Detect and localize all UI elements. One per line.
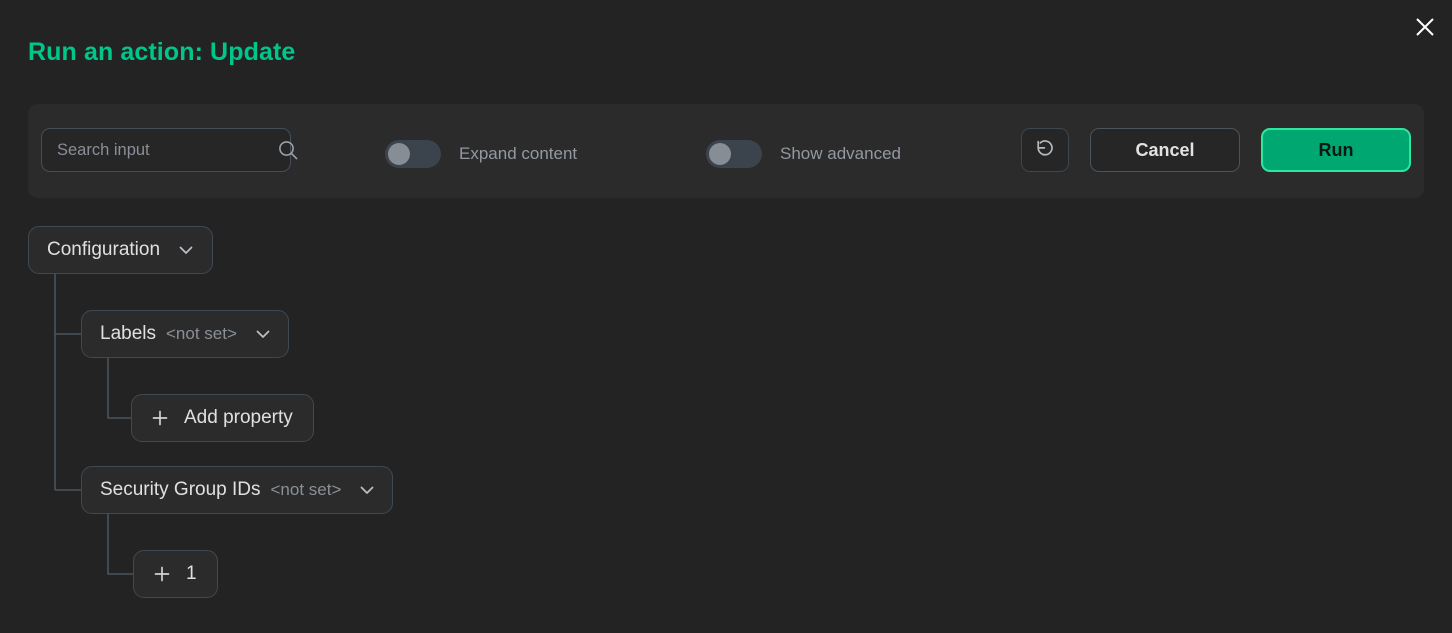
tree-node-label: Security Group IDs <box>100 479 261 500</box>
tree-node-label: Configuration <box>47 239 161 260</box>
add-property-button[interactable]: Add property <box>131 394 314 442</box>
chevron-down-icon[interactable] <box>176 240 196 260</box>
add-item-label: 1 <box>186 563 197 584</box>
plus-icon <box>152 564 172 584</box>
tree-node-configuration[interactable]: Configuration <box>28 226 214 274</box>
configuration-tree: Configuration Labels <not set> Add prope… <box>0 0 1452 633</box>
action-dialog: Run an action: Update Expand content Sho… <box>0 0 1452 633</box>
add-item-button[interactable]: 1 <box>133 550 218 598</box>
tree-node-labels[interactable]: Labels <not set> <box>81 310 289 358</box>
add-property-label: Add property <box>184 407 293 428</box>
tree-node-security-group-ids[interactable]: Security Group IDs <not set> <box>81 466 394 514</box>
tree-node-value: <not set> <box>166 324 237 343</box>
tree-node-label: Labels <box>100 323 156 344</box>
plus-icon <box>150 408 170 428</box>
chevron-down-icon[interactable] <box>253 324 273 344</box>
tree-node-value: <not set> <box>270 480 342 499</box>
chevron-down-icon[interactable] <box>357 480 377 500</box>
